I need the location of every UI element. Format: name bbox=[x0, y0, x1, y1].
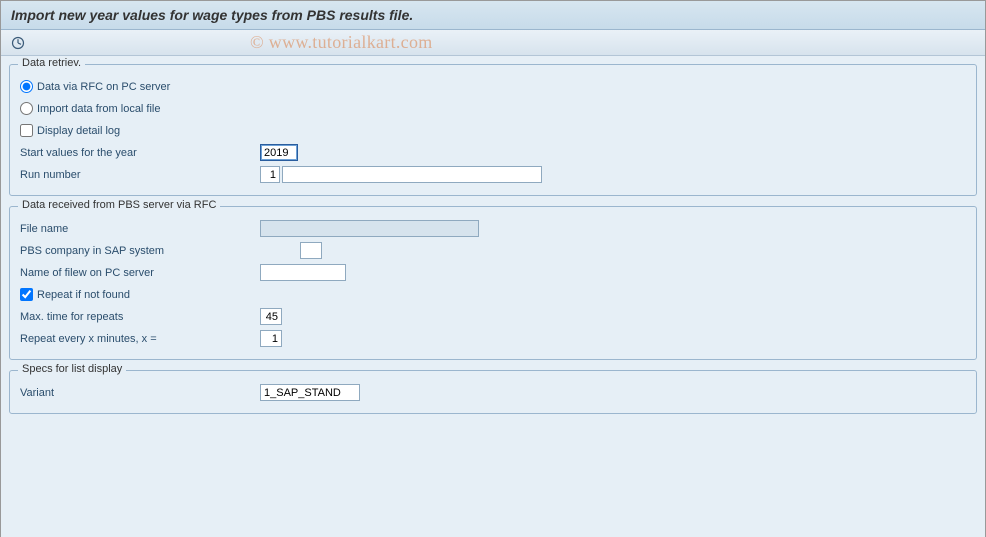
group-title: Data retriev. bbox=[18, 57, 85, 69]
toolbar bbox=[1, 30, 985, 56]
pbs-company-label: PBS company in SAP system bbox=[20, 245, 300, 257]
run-number-label: Run number bbox=[20, 169, 260, 181]
checkbox-repeat-label[interactable]: Repeat if not found bbox=[37, 289, 130, 301]
pc-file-label: Name of filew on PC server bbox=[20, 267, 260, 279]
radio-rfc-pc-server[interactable] bbox=[20, 80, 33, 93]
run-number-desc-input[interactable] bbox=[282, 166, 542, 183]
variant-input[interactable] bbox=[260, 384, 360, 401]
pbs-company-input[interactable] bbox=[300, 242, 322, 259]
checkbox-display-log-label[interactable]: Display detail log bbox=[37, 125, 120, 137]
window-title: Import new year values for wage types fr… bbox=[1, 1, 985, 30]
radio-local-file[interactable] bbox=[20, 102, 33, 115]
pc-file-input[interactable] bbox=[260, 264, 346, 281]
repeat-every-input[interactable] bbox=[260, 330, 282, 347]
radio-rfc-label[interactable]: Data via RFC on PC server bbox=[37, 81, 170, 93]
execute-icon[interactable] bbox=[9, 34, 27, 52]
content-area: Data retriev. Data via RFC on PC server … bbox=[1, 56, 985, 537]
run-number-input[interactable] bbox=[260, 166, 280, 183]
maxtime-input[interactable] bbox=[260, 308, 282, 325]
variant-label: Variant bbox=[20, 387, 260, 399]
year-input[interactable] bbox=[260, 144, 298, 161]
maxtime-label: Max. time for repeats bbox=[20, 311, 260, 323]
group-title: Data received from PBS server via RFC bbox=[18, 199, 220, 211]
repeat-every-label: Repeat every x minutes, x = bbox=[20, 333, 260, 345]
group-title: Specs for list display bbox=[18, 363, 126, 375]
file-name-label: File name bbox=[20, 223, 260, 235]
file-name-input bbox=[260, 220, 479, 237]
group-pbs-rfc: Data received from PBS server via RFC Fi… bbox=[9, 206, 977, 360]
checkbox-display-log[interactable] bbox=[20, 124, 33, 137]
radio-local-label[interactable]: Import data from local file bbox=[37, 103, 161, 115]
group-data-retrieval: Data retriev. Data via RFC on PC server … bbox=[9, 64, 977, 196]
group-list-display: Specs for list display Variant bbox=[9, 370, 977, 414]
checkbox-repeat[interactable] bbox=[20, 288, 33, 301]
year-label: Start values for the year bbox=[20, 147, 260, 159]
